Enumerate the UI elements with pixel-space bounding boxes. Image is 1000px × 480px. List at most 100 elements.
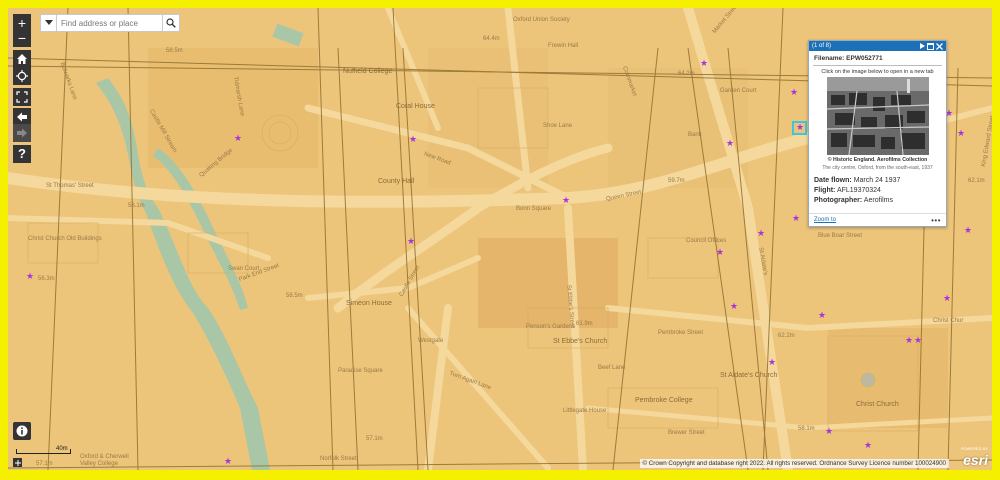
attribute-photographer: Photographer: Aerofilms <box>809 197 946 205</box>
search-box <box>40 14 180 32</box>
map-label: Council Offices <box>686 238 727 244</box>
map-label: Bonn Square <box>516 206 552 212</box>
home-icon <box>17 54 27 64</box>
aerial-photo-marker[interactable]: ★ <box>716 247 725 257</box>
map-label: Nuffield College <box>343 68 393 75</box>
map-label: St Thomas' Street <box>46 183 94 189</box>
map-label: Garden Court <box>720 88 757 94</box>
photo-caption: The city centre, Oxford, from the south-… <box>822 165 933 171</box>
map-label: Christ Chur <box>933 318 964 324</box>
search-input[interactable] <box>57 15 162 31</box>
map-label: Simeon House <box>346 300 392 307</box>
popup-attributes: Date flown: March 24 1937 Flight: AFL193… <box>809 177 946 205</box>
map-label: St Aldate's Church <box>720 372 778 379</box>
map-label: 62.1m <box>968 178 985 184</box>
map-label: Coral House <box>396 103 435 110</box>
attribute-label: Date flown: <box>814 177 852 184</box>
map-label: Shoe Lane <box>543 123 573 129</box>
aerial-photo-thumbnail[interactable] <box>826 77 929 155</box>
map-label: 58.5m <box>286 293 303 299</box>
map-label: Westgate <box>418 338 444 344</box>
aerial-photo-marker[interactable]: ★ <box>914 335 923 345</box>
locate-icon <box>16 70 28 82</box>
map-label: Paradise Square <box>338 368 383 374</box>
map-label: 57.1m <box>36 461 53 467</box>
map-label: Christ Church <box>856 401 899 408</box>
next-feature-button[interactable] <box>917 42 926 51</box>
map-label: Littlegate House <box>563 408 607 414</box>
aerial-photo-marker[interactable]: ★ <box>825 426 834 436</box>
feature-popup: (1 of 8) Filename: EPW052771 Click on th… <box>808 40 947 227</box>
map-label: Beef Lane <box>598 365 626 371</box>
map-view[interactable]: 58.5m Nuffield College Oxford Union Soci… <box>8 8 992 470</box>
fullscreen-button[interactable] <box>13 88 31 106</box>
map-label: Blue Boar Street <box>818 233 863 239</box>
play-icon <box>919 43 925 49</box>
forward-extent-button[interactable] <box>13 124 31 142</box>
aerial-photo-marker[interactable]: ★ <box>726 138 735 148</box>
map-label: Pembroke College <box>635 397 693 404</box>
fullscreen-icon <box>16 91 28 103</box>
aerial-photo-marker[interactable]: ★ <box>964 225 973 235</box>
map-label: Oxford & Cherwell Valley College <box>80 454 129 467</box>
aerial-photo-marker[interactable]: ★ <box>790 87 799 97</box>
map-label: 57.1m <box>366 436 383 442</box>
map-label: 59.7m <box>668 178 685 184</box>
map-label: Swan Court <box>228 266 260 272</box>
aerial-photo-marker[interactable]: ★ <box>905 335 914 345</box>
aerial-photo-marker[interactable]: ★ <box>757 228 766 238</box>
map-label: Oxford Union Society <box>513 17 570 23</box>
aerial-photo-marker[interactable]: ★ <box>700 58 709 68</box>
aerial-photo-marker[interactable]: ★ <box>864 440 873 450</box>
map-label: Norfolk Street <box>320 456 357 462</box>
overview-toggle[interactable] <box>13 458 22 467</box>
close-button[interactable] <box>935 42 944 51</box>
aerial-photo-marker[interactable]: ★ <box>234 133 243 143</box>
locate-button[interactable] <box>13 67 31 85</box>
aerial-photo-marker[interactable]: ★ <box>943 293 952 303</box>
map-label: Penson's Gardens <box>526 324 576 330</box>
map-label: 64.2m <box>678 71 695 77</box>
popup-counter: (1 of 8) <box>812 43 832 49</box>
aerial-photo-marker[interactable]: ★ <box>792 213 801 223</box>
search-source-dropdown[interactable] <box>41 15 57 31</box>
aerial-photo-marker[interactable]: ★ <box>26 271 35 281</box>
help-button[interactable]: ? <box>13 145 31 163</box>
info-icon <box>16 425 28 437</box>
selected-marker-highlight <box>792 121 807 135</box>
attribute-value: Aerofilms <box>863 197 893 204</box>
search-icon <box>166 18 176 28</box>
map-label: 58.1m <box>798 426 815 432</box>
info-button[interactable] <box>13 422 31 440</box>
map-label: 56.3m <box>38 276 55 282</box>
map-label: Pembroke Street <box>658 330 704 336</box>
home-button[interactable] <box>13 50 31 68</box>
aerial-photo-marker[interactable]: ★ <box>407 236 416 246</box>
esri-logo: esri <box>963 452 988 468</box>
caret-down-icon <box>44 20 53 25</box>
powered-by-text: POWERED BY <box>960 446 988 451</box>
aerial-photo-marker[interactable]: ★ <box>768 357 777 367</box>
zoom-out-button[interactable]: − <box>13 29 31 47</box>
aerial-photo-marker[interactable]: ★ <box>224 456 233 466</box>
popup-header: (1 of 8) <box>809 41 946 51</box>
scale-label: 40m <box>56 446 68 452</box>
map-label: 58.5m <box>166 48 183 54</box>
search-button[interactable] <box>162 15 179 31</box>
map-label: Christ Church Old Buildings <box>28 236 102 242</box>
map-label: Bank <box>688 132 702 138</box>
zoom-to-link[interactable]: Zoom to <box>814 217 836 223</box>
attribute-value: AFL19370324 <box>836 187 881 194</box>
aerial-photo-marker[interactable]: ★ <box>818 310 827 320</box>
maximize-button[interactable] <box>926 42 935 51</box>
more-actions-button[interactable]: ••• <box>931 216 941 225</box>
map-attribution: © Crown Copyright and database right 202… <box>639 459 949 468</box>
popup-footer: Zoom to ••• <box>809 213 946 226</box>
attribute-flight: Flight: AFL19370324 <box>809 187 946 195</box>
close-icon <box>936 42 943 50</box>
arrow-right-icon <box>17 128 27 138</box>
aerial-photo-marker[interactable]: ★ <box>730 301 739 311</box>
aerial-photo-marker[interactable]: ★ <box>957 128 966 138</box>
aerial-photo-marker[interactable]: ★ <box>409 134 418 144</box>
aerial-photo-marker[interactable]: ★ <box>562 195 571 205</box>
